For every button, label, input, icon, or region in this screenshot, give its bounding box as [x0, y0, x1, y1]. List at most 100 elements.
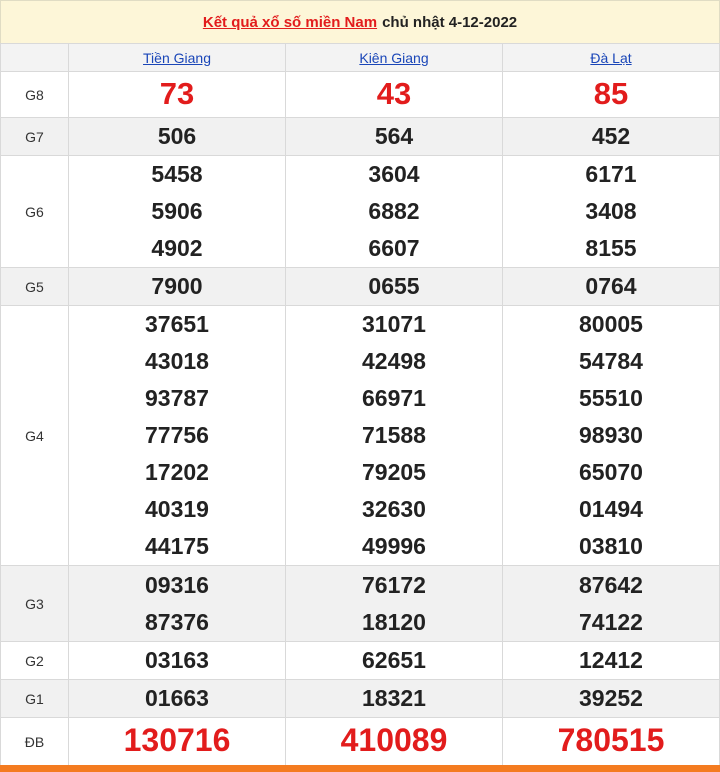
- prize-row-g2: G2 03163 62651 12412: [0, 641, 720, 680]
- prize-number: 01663: [145, 685, 209, 711]
- special-prize-number: 130716: [123, 721, 231, 758]
- prize-cell: 7900: [68, 267, 286, 306]
- prize-number: 3604: [368, 161, 420, 187]
- prize-number: 79205: [362, 459, 426, 485]
- prize-cell: 62651: [285, 641, 503, 680]
- prize-cell: 80005 54784 55510 98930 65070 01494 0381…: [502, 305, 720, 566]
- prize-number: 18321: [362, 685, 426, 711]
- prize-label: G4: [0, 305, 69, 566]
- prize-label: G5: [0, 267, 69, 306]
- prize-number: 65070: [579, 459, 643, 485]
- prize-number: 55510: [579, 385, 643, 411]
- prize-cell: 5458 5906 4902: [68, 155, 286, 268]
- prize-number: 98930: [579, 422, 643, 448]
- prize-cell: 73: [68, 71, 286, 118]
- prize-cell: 87642 74122: [502, 565, 720, 642]
- results-date: chủ nhật 4-12-2022: [382, 13, 518, 31]
- prize-row-g8: G8 73 43 85: [0, 71, 720, 118]
- prize-number: 03810: [579, 533, 643, 559]
- prize-number: 87376: [145, 608, 209, 635]
- prize-number: 44175: [145, 533, 209, 559]
- prize-cell: 0655: [285, 267, 503, 306]
- prize-number: 5458: [151, 161, 203, 187]
- prize-row-g4: G4 37651 43018 93787 77756 17202 40319 4…: [0, 305, 720, 566]
- prize-cell: 564: [285, 117, 503, 156]
- prize-row-special: ĐB 130716 410089 780515: [0, 717, 720, 766]
- prize-number: 6607: [368, 235, 420, 261]
- results-title: Kết quả xổ số miền Nam chủ nhật 4-12-202…: [0, 0, 720, 43]
- lottery-results: Kết quả xổ số miền Nam chủ nhật 4-12-202…: [0, 0, 720, 772]
- prize-cell: 0764: [502, 267, 720, 306]
- province-link-da-lat[interactable]: Đà Lạt: [590, 50, 631, 66]
- prize-number: 32630: [362, 496, 426, 522]
- prize-cell: 01663: [68, 679, 286, 718]
- prize-number: 0764: [585, 273, 637, 299]
- prize-number: 12412: [579, 647, 643, 673]
- prize-number: 85: [593, 75, 629, 111]
- prize-cell: 31071 42498 66971 71588 79205 32630 4999…: [285, 305, 503, 566]
- prize-cell: 39252: [502, 679, 720, 718]
- province-link-tien-giang[interactable]: Tiền Giang: [143, 50, 211, 66]
- prize-row-g1: G1 01663 18321 39252: [0, 679, 720, 718]
- prize-number: 93787: [145, 385, 209, 411]
- prize-number: 31071: [362, 311, 426, 337]
- prize-number: 66971: [362, 385, 426, 411]
- prize-number: 17202: [145, 459, 209, 485]
- prize-label: G7: [0, 117, 69, 156]
- prize-number: 03163: [145, 647, 209, 673]
- prize-row-g5: G5 7900 0655 0764: [0, 267, 720, 306]
- prize-number: 62651: [362, 647, 426, 673]
- prize-cell: 18321: [285, 679, 503, 718]
- prize-number: 09316: [145, 571, 209, 598]
- prize-number: 0655: [368, 273, 420, 299]
- prize-number: 87642: [579, 571, 643, 598]
- prize-number: 80005: [579, 311, 643, 337]
- prize-number: 54784: [579, 348, 643, 374]
- prize-cell: 130716: [68, 717, 286, 766]
- prize-number: 7900: [151, 273, 203, 299]
- prize-cell: 410089: [285, 717, 503, 766]
- prize-cell: 09316 87376: [68, 565, 286, 642]
- prize-cell: 85: [502, 71, 720, 118]
- prize-cell: 43: [285, 71, 503, 118]
- prize-cell: 506: [68, 117, 286, 156]
- prize-number: 5906: [151, 198, 203, 224]
- prize-row-g6: G6 5458 5906 4902 3604 6882 6607 6171 34…: [0, 155, 720, 268]
- bottom-accent-bar: [0, 765, 720, 772]
- prize-number: 564: [374, 123, 414, 149]
- prize-cell: 452: [502, 117, 720, 156]
- prize-number: 6882: [368, 198, 420, 224]
- prize-row-g7: G7 506 564 452: [0, 117, 720, 156]
- prize-cell: 03163: [68, 641, 286, 680]
- prize-row-g3: G3 09316 87376 76172 18120 87642 74122: [0, 565, 720, 642]
- prize-number: 76172: [362, 571, 426, 598]
- special-prize-number: 780515: [557, 721, 665, 758]
- prize-number: 74122: [579, 608, 643, 635]
- prize-label: G6: [0, 155, 69, 268]
- results-title-link[interactable]: Kết quả xổ số miền Nam: [203, 14, 377, 31]
- prize-cell: 76172 18120: [285, 565, 503, 642]
- table-header-row: Tiền Giang Kiên Giang Đà Lạt: [0, 43, 720, 72]
- prize-number: 39252: [579, 685, 643, 711]
- header-blank-cell: [0, 43, 69, 72]
- province-link-kien-giang[interactable]: Kiên Giang: [359, 50, 428, 66]
- prize-label: G2: [0, 641, 69, 680]
- prize-number: 73: [159, 75, 195, 111]
- prize-cell: 37651 43018 93787 77756 17202 40319 4417…: [68, 305, 286, 566]
- prize-number: 4902: [151, 235, 203, 261]
- province-header-cell: Đà Lạt: [502, 43, 720, 72]
- prize-number: 71588: [362, 422, 426, 448]
- prize-label: G3: [0, 565, 69, 642]
- prize-number: 452: [591, 123, 631, 149]
- results-table: Tiền Giang Kiên Giang Đà Lạt G8 73 43 85…: [0, 43, 720, 766]
- prize-number: 43: [376, 75, 412, 111]
- prize-label: G1: [0, 679, 69, 718]
- special-prize-number: 410089: [340, 721, 448, 758]
- prize-number: 6171: [585, 161, 637, 187]
- prize-number: 01494: [579, 496, 643, 522]
- prize-cell: 12412: [502, 641, 720, 680]
- province-header-cell: Tiền Giang: [68, 43, 286, 72]
- prize-number: 3408: [585, 198, 637, 224]
- prize-number: 77756: [145, 422, 209, 448]
- prize-cell: 780515: [502, 717, 720, 766]
